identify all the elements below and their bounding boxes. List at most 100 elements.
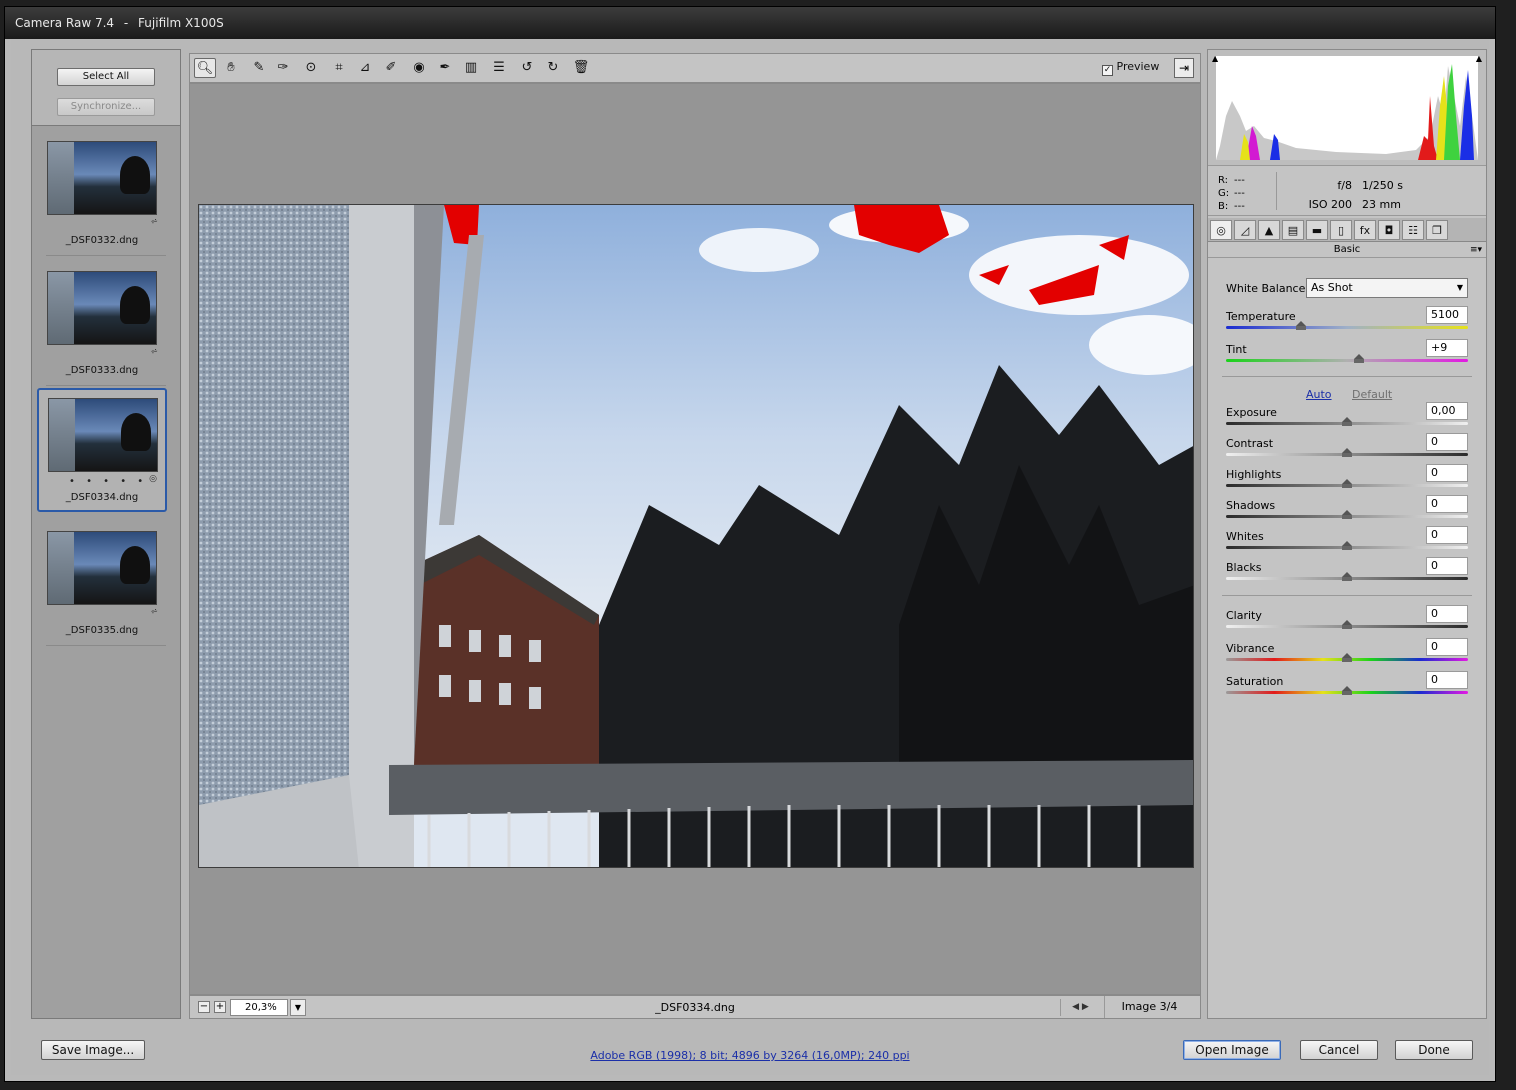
rating-icon[interactable]: ⩫: [150, 347, 158, 357]
preview-canvas[interactable]: [189, 83, 1201, 995]
zoom-icon[interactable]: 🔍︎: [194, 58, 216, 78]
rotate-right-icon[interactable]: ↻: [542, 58, 564, 78]
slider-handle[interactable]: [1342, 620, 1352, 630]
slider-value-field[interactable]: 0: [1426, 526, 1468, 544]
color-sampler-icon[interactable]: ✑: [272, 58, 294, 78]
b-value: ---: [1234, 201, 1245, 212]
slider-value-field[interactable]: 0: [1426, 495, 1468, 513]
presets-tab-icon[interactable]: ☷: [1402, 220, 1424, 240]
rating-icon[interactable]: ⩫: [150, 217, 158, 227]
rotate-left-icon[interactable]: ↺: [516, 58, 538, 78]
done-button[interactable]: Done: [1395, 1040, 1473, 1060]
preview-checkbox[interactable]: ✓: [1102, 65, 1113, 76]
target-adjust-icon[interactable]: ⊙: [300, 58, 322, 78]
panel-menu-icon[interactable]: ≡▾: [1470, 242, 1482, 258]
dialog-frame: Camera Raw 7.4 - Fujifilm X100S Select A…: [4, 6, 1496, 1082]
saturation-slider[interactable]: Saturation 0: [1226, 671, 1470, 699]
filmstrip-item[interactable]: ⩫ _DSF0333.dng: [37, 262, 167, 386]
preferences-icon[interactable]: ☰: [488, 58, 510, 78]
divider: [1222, 376, 1472, 377]
slider-handle[interactable]: [1342, 541, 1352, 551]
slider-handle[interactable]: [1342, 653, 1352, 663]
slider-handle[interactable]: [1342, 448, 1352, 458]
straighten-icon[interactable]: ⊿: [354, 58, 376, 78]
slider-label: Highlights: [1226, 468, 1282, 481]
iso: ISO 200: [1308, 198, 1352, 211]
slider-value-field[interactable]: 0: [1426, 605, 1468, 623]
cancel-button[interactable]: Cancel: [1300, 1040, 1378, 1060]
photo-preview[interactable]: [198, 204, 1194, 868]
highlights-slider[interactable]: Highlights 0: [1226, 464, 1470, 492]
star-rating[interactable]: • • • • •: [69, 476, 147, 487]
detail-tab-icon[interactable]: ▲: [1258, 220, 1280, 240]
basic-tab-icon[interactable]: ◎: [1210, 220, 1232, 240]
tint-value-field[interactable]: +9: [1426, 339, 1468, 357]
current-filename: _DSF0334.dng: [655, 1001, 735, 1014]
adjustment-brush-icon[interactable]: ✒: [434, 58, 456, 78]
select-all-button[interactable]: Select All: [57, 68, 155, 86]
slider-handle[interactable]: [1342, 572, 1352, 582]
slider-value-field[interactable]: 0: [1426, 557, 1468, 575]
split-toning-tab-icon[interactable]: ▬: [1306, 220, 1328, 240]
white-balance-icon[interactable]: ✎: [248, 58, 270, 78]
filmstrip-item-selected[interactable]: • • • • • ◎ _DSF0334.dng: [37, 388, 167, 512]
auto-link[interactable]: Auto: [1306, 388, 1332, 401]
fullscreen-icon[interactable]: ⇥: [1174, 58, 1194, 78]
slider-handle[interactable]: [1342, 417, 1352, 427]
slider-label: Tint: [1226, 343, 1247, 356]
synchronize-button[interactable]: Synchronize...: [57, 98, 155, 116]
filmstrip-item[interactable]: ⩫ _DSF0332.dng: [37, 132, 167, 256]
default-link[interactable]: Default: [1352, 388, 1392, 401]
effects-tab-icon[interactable]: fx: [1354, 220, 1376, 240]
tint-track[interactable]: [1226, 359, 1468, 362]
white-balance-select[interactable]: As Shot ▼: [1306, 278, 1468, 298]
red-eye-icon[interactable]: ◉: [408, 58, 430, 78]
graduated-filter-icon[interactable]: ▥: [460, 58, 482, 78]
camera-calibration-tab-icon[interactable]: ◘: [1378, 220, 1400, 240]
thumbnail-image: [48, 398, 158, 472]
lens-corrections-tab-icon[interactable]: ▯: [1330, 220, 1352, 240]
vibrance-slider[interactable]: Vibrance 0: [1226, 638, 1470, 666]
hand-icon[interactable]: ✋︎: [220, 58, 242, 78]
filmstrip-item[interactable]: ⩫ _DSF0335.dng: [37, 522, 167, 646]
slider-value-field[interactable]: 0,00: [1426, 402, 1468, 420]
slider-handle[interactable]: [1342, 479, 1352, 489]
slider-handle[interactable]: [1354, 354, 1365, 364]
title-separator: -: [123, 16, 129, 30]
slider-value-field[interactable]: 0: [1426, 671, 1468, 689]
slider-handle[interactable]: [1296, 321, 1307, 331]
temperature-slider[interactable]: Temperature 5100: [1226, 306, 1470, 334]
photo-scene: [199, 205, 1193, 867]
shadows-slider[interactable]: Shadows 0: [1226, 495, 1470, 523]
hsl-tab-icon[interactable]: ▤: [1282, 220, 1304, 240]
temperature-track[interactable]: [1226, 326, 1468, 329]
image-nav-arrows[interactable]: ◀ ▶: [1060, 999, 1100, 1016]
tint-slider[interactable]: Tint +9: [1226, 339, 1470, 367]
trash-icon[interactable]: 🗑︎: [570, 58, 592, 78]
tone-curve-tab-icon[interactable]: ◿: [1234, 220, 1256, 240]
exif-info: f/8 1/250 s ISO 200 23 mm: [1304, 176, 1403, 214]
shadow-clip-icon[interactable]: ▲: [1212, 54, 1218, 63]
exposure-slider[interactable]: Exposure 0,00: [1226, 402, 1470, 430]
slider-value-field[interactable]: 0: [1426, 638, 1468, 656]
panel-tabs: ◎ ◿ ▲ ▤ ▬ ▯ fx ◘ ☷ ❐: [1208, 218, 1486, 242]
whites-slider[interactable]: Whites 0: [1226, 526, 1470, 554]
temperature-value-field[interactable]: 5100: [1426, 306, 1468, 324]
rating-icon[interactable]: ⩫: [150, 607, 158, 617]
preview-toggle[interactable]: ✓ Preview: [1102, 60, 1159, 76]
crop-icon[interactable]: ⌗: [328, 58, 350, 78]
spot-removal-icon[interactable]: ✐: [380, 58, 402, 78]
slider-handle[interactable]: [1342, 510, 1352, 520]
highlight-clip-icon[interactable]: ▲: [1476, 54, 1482, 63]
slider-value-field[interactable]: 0: [1426, 464, 1468, 482]
dialog-body: Select All Synchronize... ⩫ _DSF0332.dng…: [11, 39, 1489, 1075]
snapshots-tab-icon[interactable]: ❐: [1426, 220, 1448, 240]
workflow-text[interactable]: Adobe RGB (1998); 8 bit; 4896 by 3264 (1…: [586, 1049, 913, 1062]
slider-value-field[interactable]: 0: [1426, 433, 1468, 451]
open-image-button[interactable]: Open Image: [1183, 1040, 1281, 1060]
blacks-slider[interactable]: Blacks 0: [1226, 557, 1470, 585]
slider-handle[interactable]: [1342, 686, 1352, 696]
clarity-slider[interactable]: Clarity 0: [1226, 605, 1470, 633]
contrast-slider[interactable]: Contrast 0: [1226, 433, 1470, 461]
rating-icon[interactable]: ◎: [149, 474, 157, 484]
